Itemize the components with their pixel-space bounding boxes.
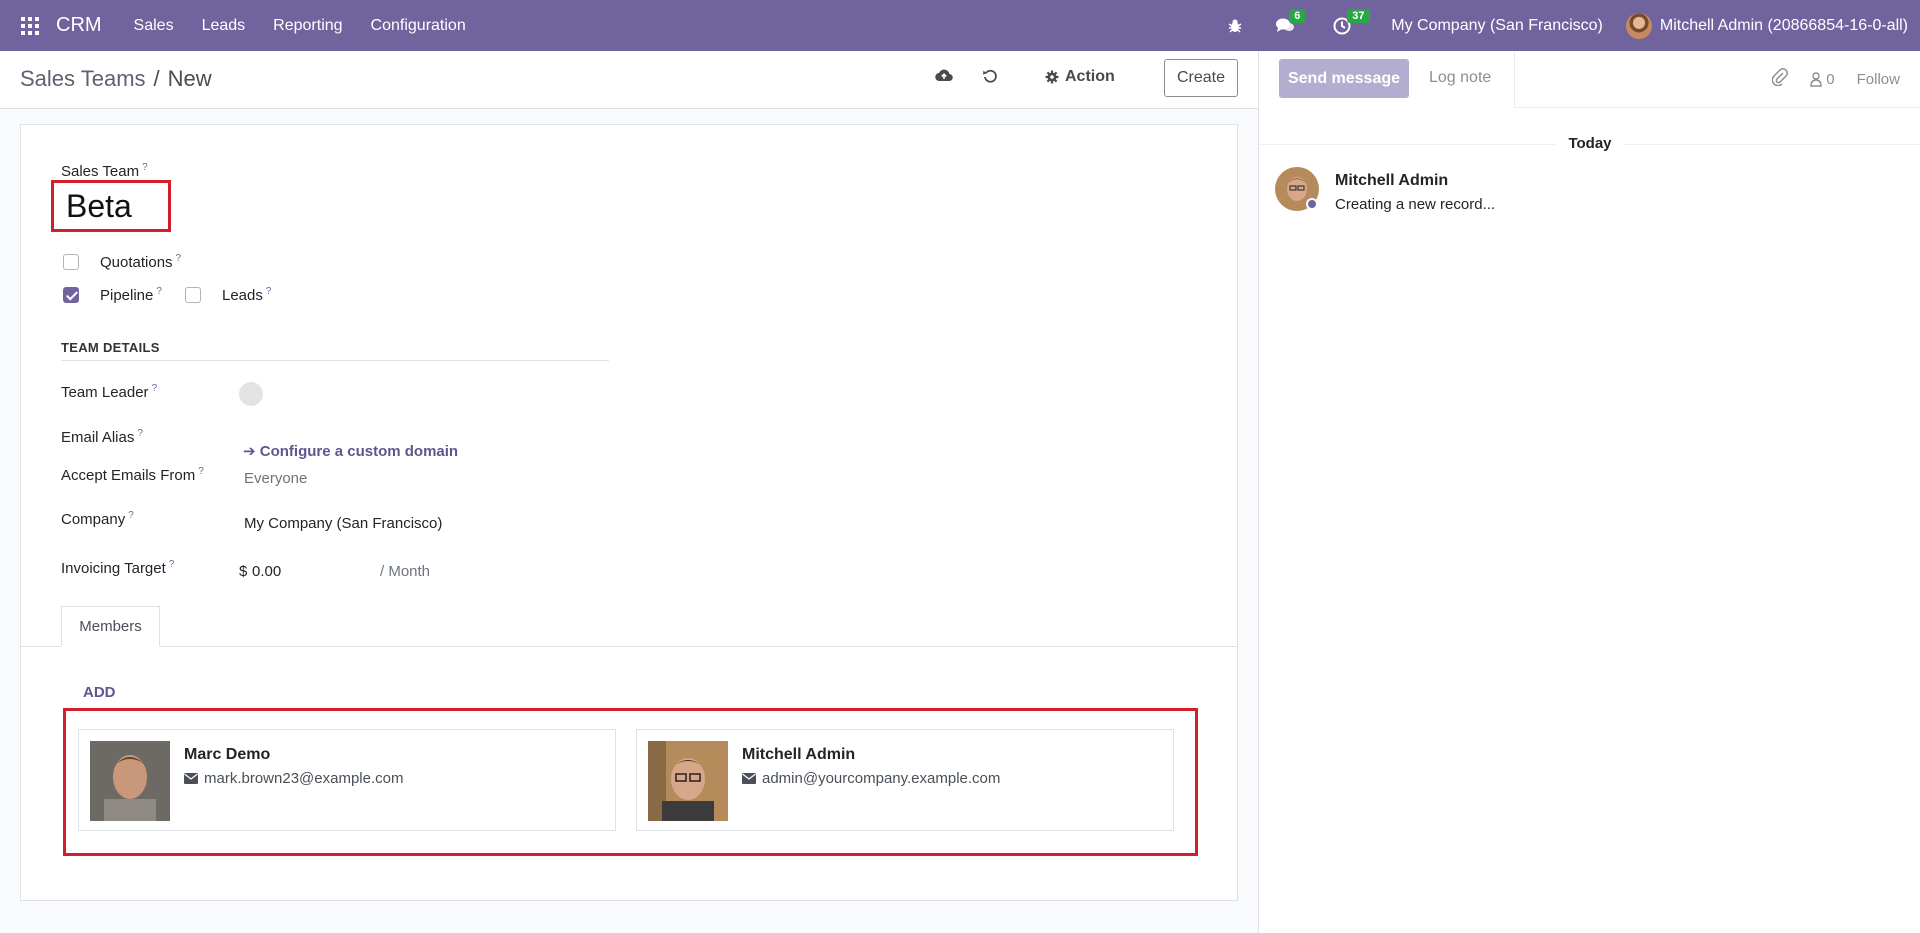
team-name-input[interactable]: Beta	[66, 188, 132, 225]
member-card[interactable]: Marc Demo mark.brown23@example.com	[78, 729, 616, 831]
member-name: Mitchell Admin	[742, 746, 856, 763]
add-member-button[interactable]: ADD	[83, 684, 116, 701]
help-icon[interactable]: ?	[137, 428, 143, 439]
team-leader-label: Team Leader?	[61, 383, 158, 401]
send-message-button[interactable]: Send message	[1279, 59, 1409, 98]
help-icon[interactable]: ?	[176, 253, 182, 264]
member-name: Marc Demo	[184, 746, 271, 763]
action-menu-button[interactable]: Action	[1045, 68, 1115, 86]
email-alias-label: Email Alias?	[61, 428, 143, 446]
envelope-icon	[742, 773, 756, 784]
invoicing-target-label: Invoicing Target?	[61, 559, 175, 577]
accept-emails-select[interactable]: Everyone	[244, 470, 307, 487]
tabs-divider	[21, 646, 1237, 647]
activities-badge: 37	[1347, 8, 1370, 23]
help-icon[interactable]: ?	[152, 383, 158, 394]
pipeline-checkbox[interactable]	[63, 287, 79, 303]
help-icon[interactable]: ?	[198, 466, 204, 477]
app-grid-icon[interactable]	[21, 16, 39, 35]
team-name-highlight: Beta	[51, 180, 171, 232]
control-panel: Sales Teams / New Action Create	[0, 51, 1258, 109]
member-email: admin@yourcompany.example.com	[742, 770, 1000, 787]
message-body: Creating a new record...	[1335, 196, 1496, 213]
user-name: Mitchell Admin (20866854-16-0-all)	[1659, 16, 1908, 34]
members-highlight: Marc Demo mark.brown23@example.com Mitch…	[63, 708, 1198, 856]
followers-button[interactable]: 0	[1810, 71, 1835, 88]
log-note-button[interactable]: Log note	[1429, 69, 1491, 87]
envelope-icon	[184, 773, 198, 784]
menu-reporting[interactable]: Reporting	[259, 0, 356, 51]
action-label: Action	[1065, 68, 1115, 85]
gear-icon	[1045, 70, 1059, 84]
quotations-label: Quotations?	[100, 253, 182, 271]
quotations-checkbox[interactable]	[63, 254, 79, 270]
messages-icon[interactable]: 6	[1275, 8, 1306, 35]
company-label: Company?	[61, 510, 134, 528]
company-switcher[interactable]: My Company (San Francisco)	[1391, 17, 1603, 35]
help-icon[interactable]: ?	[156, 286, 162, 297]
create-button[interactable]: Create	[1164, 59, 1238, 97]
team-details-heading: TEAM DETAILS	[61, 340, 609, 361]
user-menu[interactable]: Mitchell Admin (20866854-16-0-all)	[1625, 12, 1908, 39]
configure-domain-link[interactable]: ➔ Configure a custom domain	[243, 442, 458, 460]
chatter-panel: Send message Log note 0 Follow Today Mit…	[1258, 51, 1920, 933]
author-avatar	[1275, 167, 1319, 211]
per-month-label: / Month	[380, 563, 431, 580]
currency-symbol: $	[239, 563, 248, 580]
help-icon[interactable]: ?	[128, 510, 134, 521]
debug-bug-icon[interactable]	[1227, 18, 1243, 34]
menu-sales[interactable]: Sales	[120, 0, 188, 51]
invoicing-target-input[interactable]: 0.00	[252, 563, 281, 580]
activities-clock-icon[interactable]: 37	[1333, 8, 1370, 35]
discard-undo-icon[interactable]	[982, 68, 998, 84]
member-email: mark.brown23@example.com	[184, 770, 403, 787]
tab-members[interactable]: Members	[61, 606, 160, 647]
breadcrumb-separator: /	[153, 66, 160, 91]
arrow-right-icon: ➔	[243, 443, 256, 460]
user-icon	[1810, 71, 1822, 87]
leads-label: Leads?	[222, 286, 272, 304]
pipeline-label: Pipeline?	[100, 286, 162, 304]
menu-configuration[interactable]: Configuration	[357, 0, 480, 51]
date-separator: Today	[1259, 135, 1920, 152]
breadcrumb: Sales Teams / New	[20, 66, 212, 92]
leads-checkbox[interactable]	[185, 287, 201, 303]
team-leader-avatar-placeholder[interactable]	[239, 382, 263, 406]
app-brand[interactable]: CRM	[56, 14, 102, 37]
company-field[interactable]: My Company (San Francisco)	[244, 515, 442, 532]
message-author[interactable]: Mitchell Admin	[1335, 172, 1448, 190]
paperclip-icon[interactable]	[1771, 68, 1789, 90]
help-icon[interactable]: ?	[266, 286, 272, 297]
top-navbar: CRM Sales Leads Reporting Configuration …	[0, 0, 1920, 51]
breadcrumb-sales-teams[interactable]: Sales Teams	[20, 66, 146, 92]
messages-badge: 6	[1289, 8, 1306, 23]
menu-leads[interactable]: Leads	[188, 0, 260, 51]
help-icon[interactable]: ?	[169, 559, 175, 570]
follow-button[interactable]: Follow	[1857, 71, 1900, 88]
accept-emails-label: Accept Emails From?	[61, 466, 204, 484]
member-card[interactable]: Mitchell Admin admin@yourcompany.example…	[636, 729, 1174, 831]
member-avatar	[90, 741, 170, 821]
help-icon[interactable]: ?	[142, 162, 148, 173]
breadcrumb-current: New	[167, 66, 212, 91]
chatter-tools: 0 Follow	[1771, 68, 1900, 90]
save-cloud-icon[interactable]	[935, 68, 953, 84]
member-avatar	[648, 741, 728, 821]
form-sheet: Sales Team? Beta Quotations? Pipeline? L…	[20, 124, 1238, 901]
form-area: Sales Team? Beta Quotations? Pipeline? L…	[0, 110, 1258, 933]
user-avatar	[1625, 12, 1652, 39]
sales-team-label: Sales Team?	[61, 162, 148, 180]
